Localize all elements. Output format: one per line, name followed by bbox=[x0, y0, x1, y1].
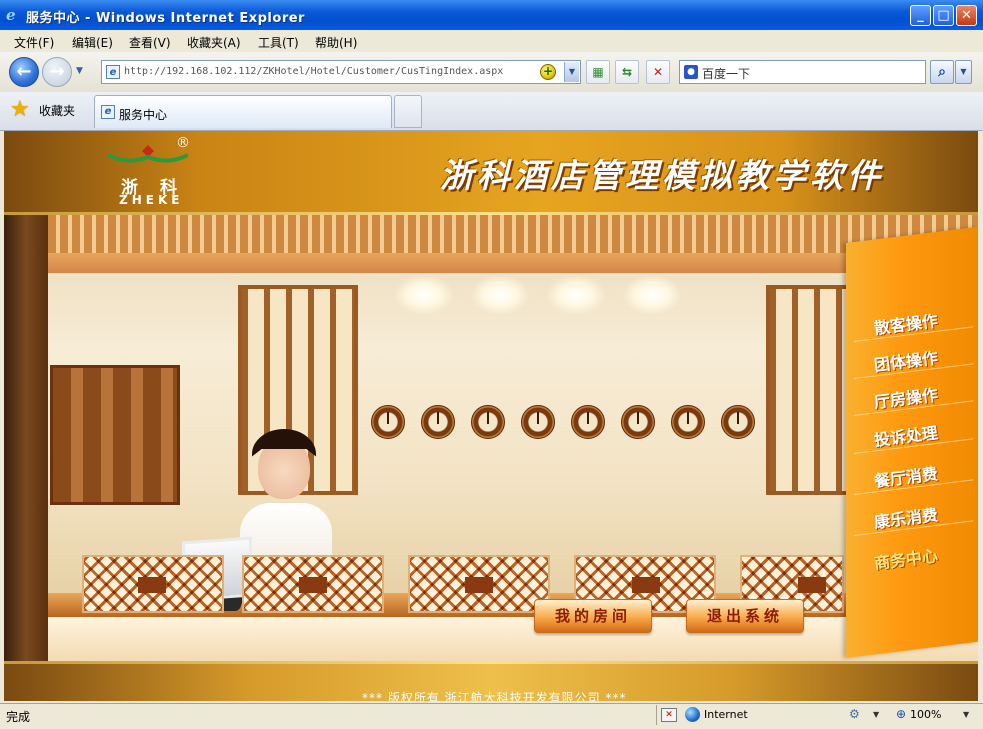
copyright-text: *** 版权所有 浙江航大科技开发有限公司 *** bbox=[362, 691, 627, 701]
reception-counter bbox=[48, 617, 978, 661]
ceiling-light bbox=[622, 275, 682, 315]
tab-current[interactable]: e 服务中心 bbox=[94, 95, 392, 128]
wall-clock-icon bbox=[721, 405, 755, 439]
popup-blocked-icon[interactable]: ✕ bbox=[661, 708, 677, 722]
page-icon: e bbox=[106, 65, 120, 79]
counter-plaque bbox=[138, 577, 166, 593]
maximize-button[interactable]: □ bbox=[933, 5, 954, 26]
menu-favorites[interactable]: 收藏夹(A) bbox=[187, 34, 241, 51]
wall-clock-icon bbox=[421, 405, 455, 439]
wall-clock-icon bbox=[471, 405, 505, 439]
menu-tools[interactable]: 工具(T) bbox=[258, 34, 299, 51]
refresh-button[interactable]: ⇆ bbox=[615, 60, 639, 84]
wall-clock-icon bbox=[671, 405, 705, 439]
baidu-icon: ● bbox=[684, 65, 698, 79]
wall-clock-icon bbox=[621, 405, 655, 439]
title-bar[interactable]: e 服务中心 - Windows Internet Explorer _ □ ✕ bbox=[0, 0, 983, 30]
logout-button[interactable]: 退出系统 bbox=[686, 599, 804, 633]
logo-english-text: ZHEKE bbox=[119, 193, 184, 207]
counter-plaque bbox=[465, 577, 493, 593]
protected-mode-icon[interactable]: ⚙ bbox=[849, 707, 867, 722]
address-dropdown-icon[interactable]: ▼ bbox=[564, 62, 579, 82]
page-content: ® 浙科 ZHEKE 浙科酒店管理模拟教学软件 我的房间 退出系统 散客操作 团… bbox=[4, 131, 978, 701]
ceiling-light bbox=[470, 275, 530, 315]
status-divider bbox=[656, 705, 657, 725]
stop-button[interactable]: ✕ bbox=[646, 60, 670, 84]
internet-zone-icon bbox=[685, 707, 700, 722]
menu-bar: 文件(F) 编辑(E) 查看(V) 收藏夹(A) 工具(T) 帮助(H) bbox=[0, 30, 983, 53]
new-tab-button[interactable] bbox=[394, 95, 422, 128]
tab-page-icon: e bbox=[101, 105, 115, 119]
wall-clock-icon bbox=[571, 405, 605, 439]
ceiling-decor bbox=[48, 215, 978, 253]
zoom-dropdown-icon[interactable]: ▼ bbox=[963, 710, 969, 719]
menu-view[interactable]: 查看(V) bbox=[129, 34, 171, 51]
favorites-star-icon[interactable]: ★ bbox=[10, 98, 34, 122]
search-input[interactable]: 百度一下 bbox=[702, 65, 750, 82]
ceiling-light bbox=[394, 275, 454, 315]
zoom-icon[interactable]: ⊕ bbox=[896, 707, 906, 721]
search-button[interactable]: ⌕ bbox=[930, 60, 954, 84]
recent-pages-dropdown-icon[interactable]: ▼ bbox=[76, 67, 86, 76]
status-bar bbox=[0, 703, 983, 729]
window-title: 服务中心 - Windows Internet Explorer bbox=[26, 11, 305, 26]
app-title: 浙科酒店管理模拟教学软件 bbox=[440, 156, 884, 195]
protected-mode-dropdown-icon[interactable]: ▼ bbox=[873, 710, 879, 719]
wall-clock-icon bbox=[521, 405, 555, 439]
ceiling-light bbox=[546, 275, 606, 315]
menu-help[interactable]: 帮助(H) bbox=[315, 34, 357, 51]
header-banner: ® 浙科 ZHEKE 浙科酒店管理模拟教学软件 bbox=[4, 131, 978, 215]
rss-feed-icon[interactable]: ▦ bbox=[586, 60, 610, 84]
search-box[interactable]: ● 百度一下 bbox=[679, 60, 926, 84]
wall-clock-icon bbox=[371, 405, 405, 439]
tab-label: 服务中心 bbox=[119, 108, 168, 122]
zoom-level[interactable]: 100% bbox=[910, 708, 941, 721]
counter-plaque bbox=[299, 577, 327, 593]
ie-logo-icon: e bbox=[6, 6, 16, 24]
security-zone-label: Internet bbox=[704, 708, 748, 721]
registered-mark: ® bbox=[176, 135, 190, 151]
address-url[interactable]: http://192.168.102.112/ZKHotel/Hotel/Cus… bbox=[124, 66, 503, 77]
minimize-button[interactable]: _ bbox=[910, 5, 931, 26]
ceiling-beam bbox=[48, 253, 978, 273]
status-text: 完成 bbox=[6, 710, 31, 724]
menu-file[interactable]: 文件(F) bbox=[14, 34, 54, 51]
forward-button[interactable]: → bbox=[42, 57, 72, 87]
compatibility-icon[interactable]: + bbox=[540, 64, 556, 80]
left-wall bbox=[4, 215, 48, 661]
wooden-doors bbox=[50, 365, 180, 505]
favorites-button[interactable]: 收藏夹 bbox=[39, 102, 75, 119]
close-button[interactable]: ✕ bbox=[956, 5, 977, 26]
my-room-button[interactable]: 我的房间 bbox=[534, 599, 652, 633]
menu-edit[interactable]: 编辑(E) bbox=[72, 34, 113, 51]
counter-plaque bbox=[798, 577, 826, 593]
search-options-dropdown-icon[interactable]: ▼ bbox=[955, 60, 972, 84]
address-bar[interactable]: e http://192.168.102.112/ZKHotel/Hotel/C… bbox=[101, 60, 581, 84]
back-button[interactable]: ← bbox=[9, 57, 39, 87]
counter-plaque bbox=[632, 577, 660, 593]
